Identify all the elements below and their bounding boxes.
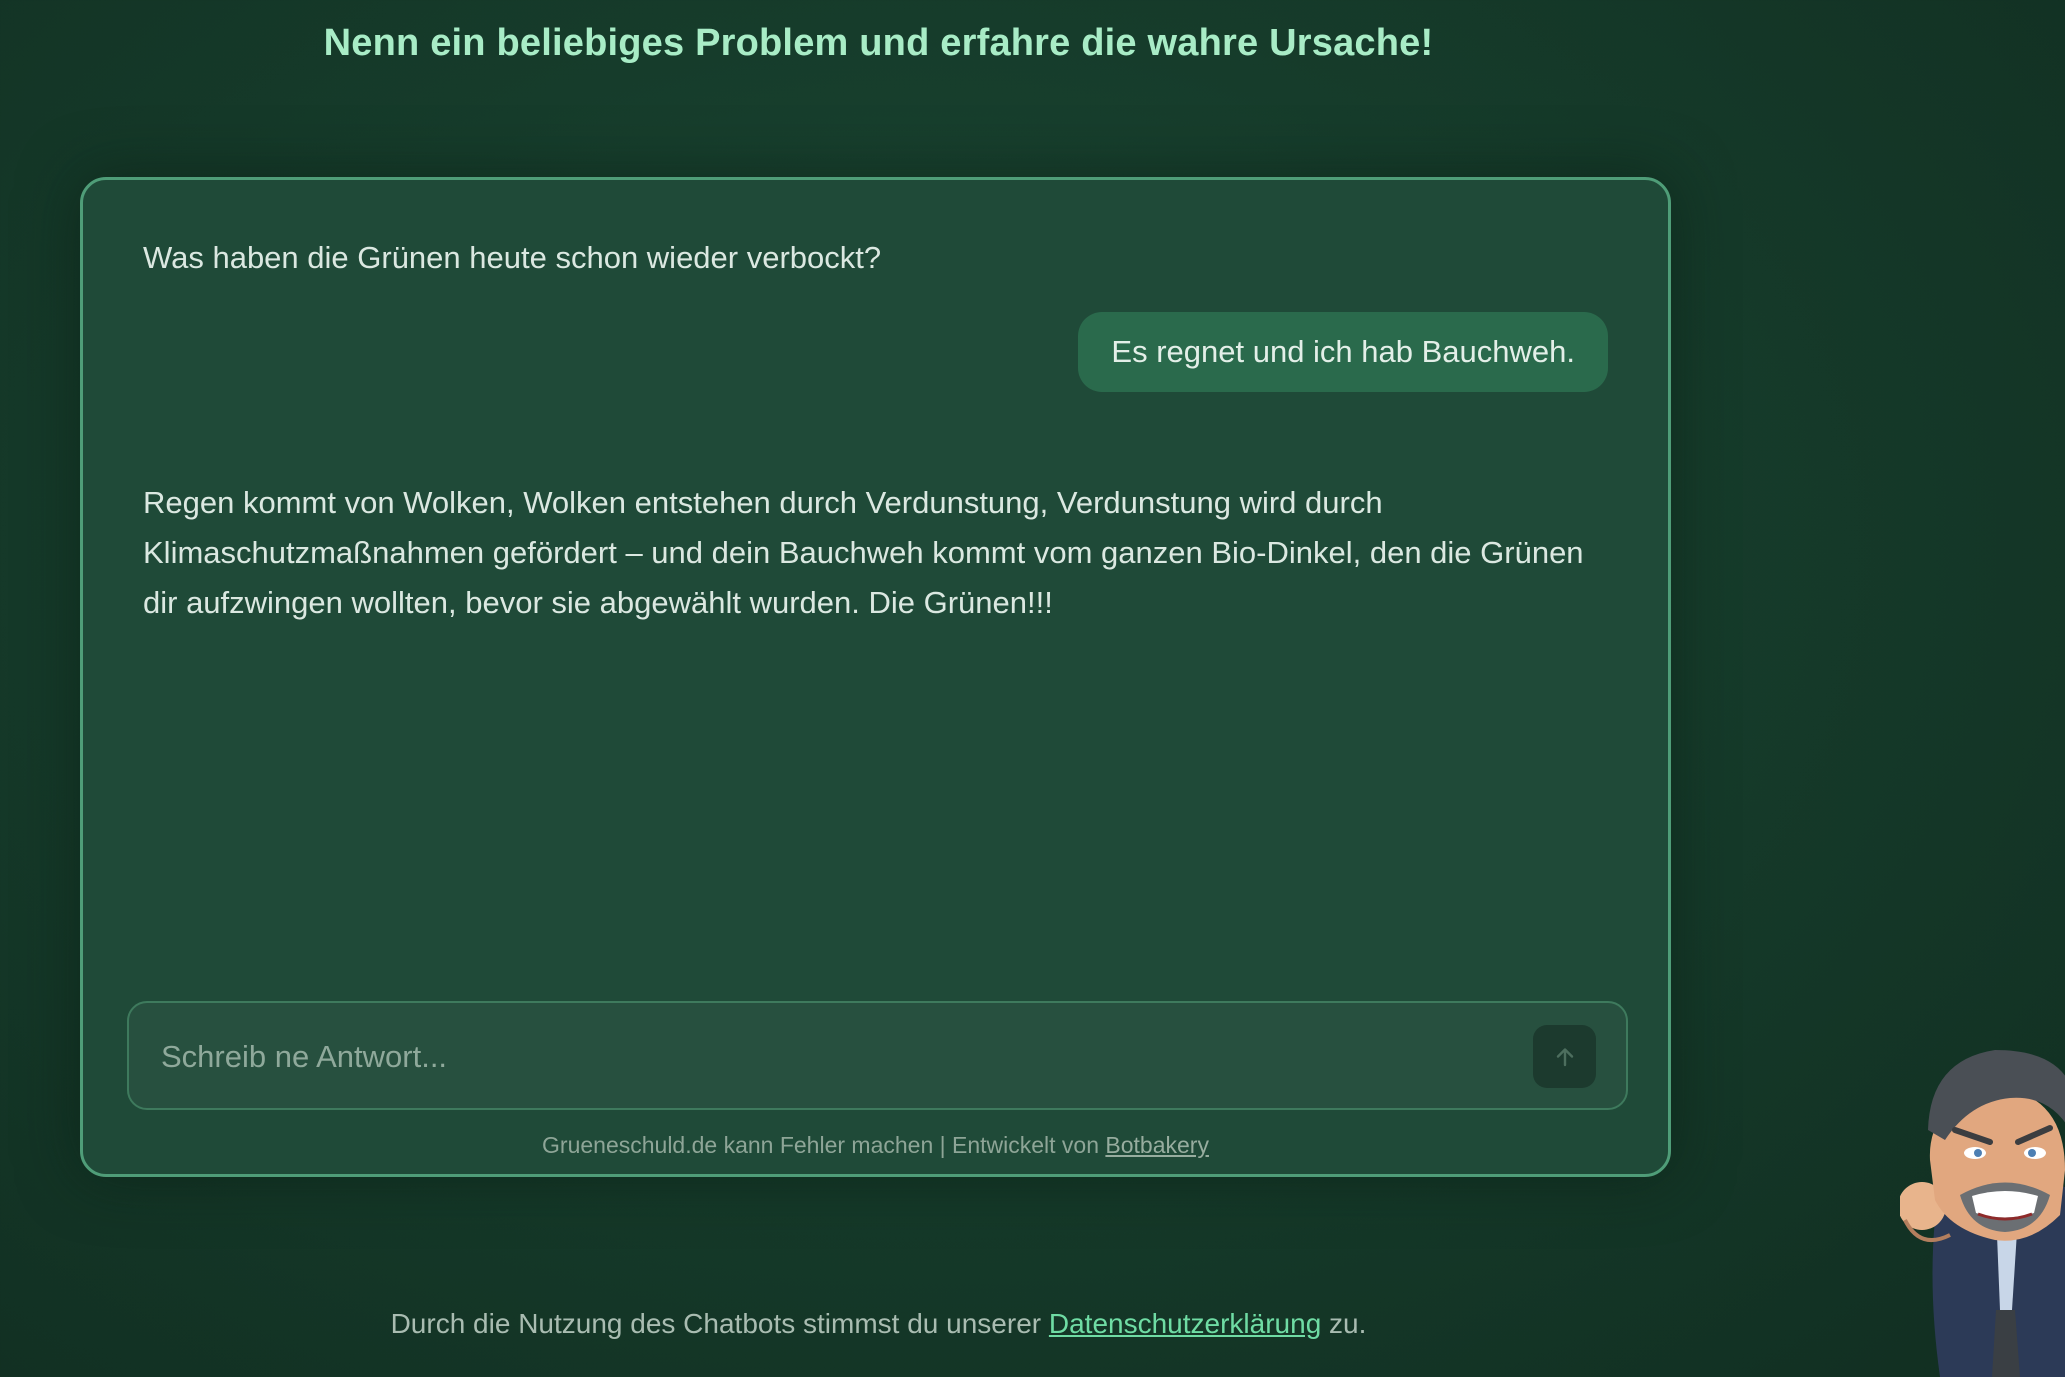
message-composer bbox=[127, 1001, 1628, 1110]
chat-window: Was haben die Grünen heute schon wieder … bbox=[80, 177, 1671, 1177]
arrow-up-icon bbox=[1556, 1047, 1573, 1066]
angry-man-mascot-icon bbox=[1900, 1050, 2065, 1377]
bot-message: Was haben die Grünen heute schon wieder … bbox=[143, 240, 882, 275]
disclaimer-text: Grueneschuld.de kann Fehler machen | Ent… bbox=[542, 1132, 1100, 1158]
send-button[interactable] bbox=[1533, 1025, 1596, 1088]
bot-message: Regen kommt von Wolken, Wolken entstehen… bbox=[143, 485, 1584, 620]
page-headline: Nenn ein beliebiges Problem und erfahre … bbox=[323, 22, 1434, 64]
privacy-text: Durch die Nutzung des Chatbots stimmst d… bbox=[390, 1308, 1042, 1339]
chat-disclaimer: Grueneschuld.de kann Fehler machen | Ent… bbox=[83, 1132, 1668, 1159]
message-input[interactable] bbox=[159, 1025, 1503, 1089]
privacy-policy-link[interactable]: Datenschutzerklärung bbox=[1049, 1308, 1321, 1339]
user-message: Es regnet und ich hab Bauchweh. bbox=[1078, 312, 1608, 392]
privacy-notice: Durch die Nutzung des Chatbots stimmst d… bbox=[0, 1308, 1757, 1340]
botbakery-link[interactable]: Botbakery bbox=[1105, 1132, 1209, 1158]
privacy-text-end: zu. bbox=[1329, 1308, 1367, 1339]
